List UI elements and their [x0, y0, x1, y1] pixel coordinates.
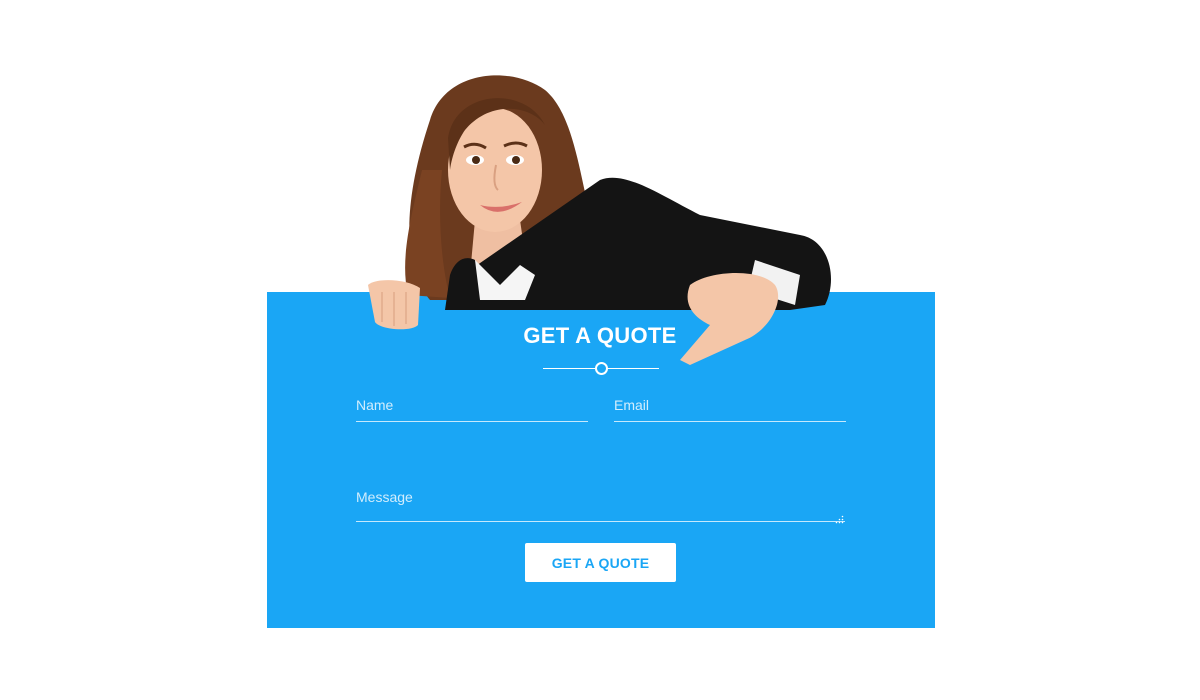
name-input[interactable] [356, 395, 588, 422]
email-input[interactable] [614, 395, 846, 422]
ring-divider-icon [543, 362, 659, 376]
message-textarea[interactable] [356, 489, 845, 522]
get-quote-button[interactable]: GET A QUOTE [525, 543, 676, 582]
quote-title: GET A QUOTE [523, 323, 677, 348]
resize-grip-icon[interactable] [835, 511, 844, 524]
quote-section: GET A QUOTE GET A QUOTE [0, 0, 1200, 700]
